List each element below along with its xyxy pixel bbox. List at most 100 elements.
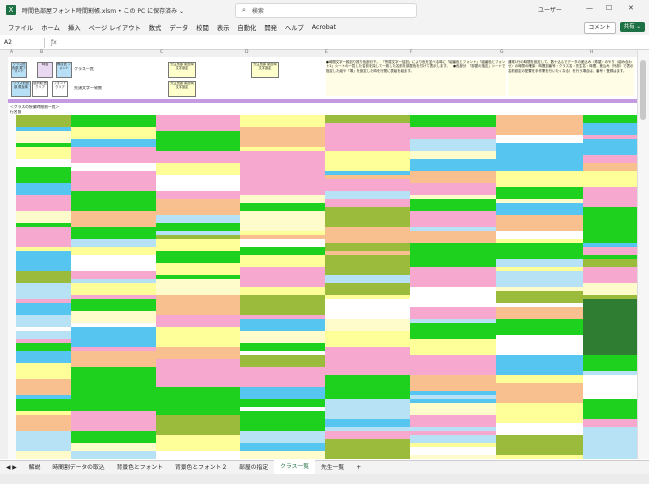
timetable-cell[interactable]: [410, 211, 496, 228]
search-box[interactable]: ⌕ 検索: [235, 3, 417, 18]
timetable-cell[interactable]: [410, 375, 496, 392]
timetable-cell[interactable]: [325, 227, 410, 244]
column-header[interactable]: D: [245, 50, 248, 55]
menu-item[interactable]: 数式: [149, 23, 162, 32]
vertical-scrollbar[interactable]: [637, 50, 649, 459]
column-header[interactable]: H: [590, 50, 593, 55]
clear-range-button[interactable]: 選択範 囲クリア: [32, 81, 48, 97]
timetable-cell[interactable]: [325, 331, 410, 348]
timetable-cell[interactable]: [16, 283, 71, 300]
timetable-cell[interactable]: [496, 355, 583, 376]
timetable-cell[interactable]: [156, 451, 240, 459]
menu-item[interactable]: ページ レイアウト: [88, 23, 140, 32]
add-sheet-button[interactable]: +: [350, 461, 367, 475]
timetable-cell[interactable]: [325, 299, 410, 320]
timetable-cell[interactable]: [16, 227, 71, 248]
minimize-button[interactable]: —: [586, 4, 593, 12]
timetable-cell[interactable]: [496, 383, 583, 404]
timetable-cell[interactable]: [496, 243, 583, 260]
user-account[interactable]: ユーザー: [538, 5, 562, 14]
timetable-cell[interactable]: [240, 411, 325, 432]
scroll-thumb[interactable]: [640, 60, 646, 120]
menu-item[interactable]: 自動化: [237, 23, 256, 32]
timetable-cell[interactable]: [496, 115, 583, 136]
day-label-cell[interactable]: [8, 291, 16, 336]
sheet-tab[interactable]: 先生一覧: [315, 461, 350, 475]
timetable-cell[interactable]: [583, 211, 638, 228]
timetable-cell[interactable]: [16, 363, 71, 380]
timetable-cell[interactable]: [240, 127, 325, 148]
function-icon[interactable]: ƒx: [51, 39, 57, 46]
timetable-cell[interactable]: [583, 427, 638, 444]
menu-item[interactable]: ファイル: [8, 23, 33, 32]
maximize-button[interactable]: ☐: [606, 4, 612, 12]
timetable-cell[interactable]: [583, 355, 638, 372]
timetable-cell[interactable]: [496, 271, 583, 288]
timetable-cell[interactable]: [71, 455, 156, 459]
menu-item[interactable]: 表示: [217, 23, 230, 32]
timetable-cell[interactable]: [325, 151, 410, 172]
timetable-cell[interactable]: [496, 171, 583, 188]
menu-item[interactable]: Acrobat: [312, 24, 336, 31]
timetable-cell[interactable]: [325, 207, 410, 228]
sheet-tab[interactable]: 背景色とフォント２: [169, 461, 233, 475]
timetable-cell[interactable]: [583, 335, 638, 356]
timetable-cell[interactable]: [16, 379, 71, 396]
timetable-cell[interactable]: [240, 367, 325, 388]
timetable-cell[interactable]: [583, 399, 638, 420]
timetable-cell[interactable]: [71, 351, 156, 368]
sheet-tab[interactable]: 部屋の指定: [233, 461, 274, 475]
timetable-cell[interactable]: [16, 167, 71, 184]
timetable-cell[interactable]: [325, 359, 410, 376]
timetable-cell[interactable]: [583, 315, 638, 336]
timetable-cell[interactable]: [240, 267, 325, 288]
timetable-cell[interactable]: [410, 323, 496, 340]
tab-nav-arrows[interactable]: ◀ ▶: [0, 461, 23, 475]
day-label-cell[interactable]: [8, 115, 16, 160]
timetable-cell[interactable]: [156, 327, 240, 348]
timetable-cell[interactable]: [156, 115, 240, 132]
close-button[interactable]: ✕: [628, 4, 634, 12]
class-color-font-button[interactable]: クラス別色部 屋フォント: [11, 62, 27, 78]
timetable-cell[interactable]: [496, 215, 583, 232]
menu-item[interactable]: 校閲: [196, 23, 209, 32]
class-room-apply-button[interactable]: クラス別色部 屋反映: [11, 81, 31, 97]
timetable-cell[interactable]: [240, 163, 325, 180]
timetable-cell[interactable]: [156, 279, 240, 296]
timetable-cell[interactable]: [156, 387, 240, 404]
timetable-cell[interactable]: [16, 415, 71, 432]
timetable-cell[interactable]: [583, 299, 638, 316]
timetable-cell[interactable]: [71, 367, 156, 384]
menu-item[interactable]: データ: [169, 23, 188, 32]
timetable-cell[interactable]: [71, 191, 156, 212]
timetable-cell[interactable]: [325, 123, 410, 144]
column-header[interactable]: B: [40, 50, 43, 55]
sheet-grid[interactable]: クラス別色部 屋フォント 時間 教員色 フォント クラス一覧 クラス別色部 屋反…: [8, 57, 638, 459]
timetable-cell[interactable]: [16, 195, 71, 212]
day-label-cell[interactable]: [8, 203, 16, 248]
sheet-tab[interactable]: 解説: [23, 461, 47, 475]
column-header[interactable]: A: [10, 50, 13, 55]
teacher-room-apply-button-1[interactable]: 先生別部 屋反映 文字設定: [168, 62, 196, 78]
timetable-cell[interactable]: [496, 335, 583, 356]
timetable-cell[interactable]: [410, 287, 496, 308]
timetable-cell[interactable]: [16, 431, 71, 452]
timetable-cell[interactable]: [583, 227, 638, 244]
timetable-cell[interactable]: [71, 171, 156, 192]
timetable-cell[interactable]: [410, 267, 496, 288]
teacher-color-font-button[interactable]: 教員色 フォント: [56, 62, 72, 78]
timetable-cell[interactable]: [240, 295, 325, 316]
teacher-room-apply-button-3[interactable]: 先生別部 屋反映 文字設定: [251, 62, 279, 78]
timetable-cell[interactable]: [325, 399, 410, 420]
day-label-cell[interactable]: [8, 423, 16, 459]
sheet-tab[interactable]: 背景色とフォント: [111, 461, 169, 475]
timetable-cell[interactable]: [410, 339, 496, 356]
timetable-cell[interactable]: [156, 359, 240, 376]
timetable-cell[interactable]: [71, 211, 156, 228]
timetable-cell[interactable]: [496, 455, 583, 459]
timetable-cell[interactable]: [71, 327, 156, 348]
timetable-cell[interactable]: [156, 199, 240, 216]
timetable-cell[interactable]: [496, 155, 583, 172]
timetable-cell[interactable]: [583, 267, 638, 284]
day-label-cell[interactable]: [8, 379, 16, 424]
